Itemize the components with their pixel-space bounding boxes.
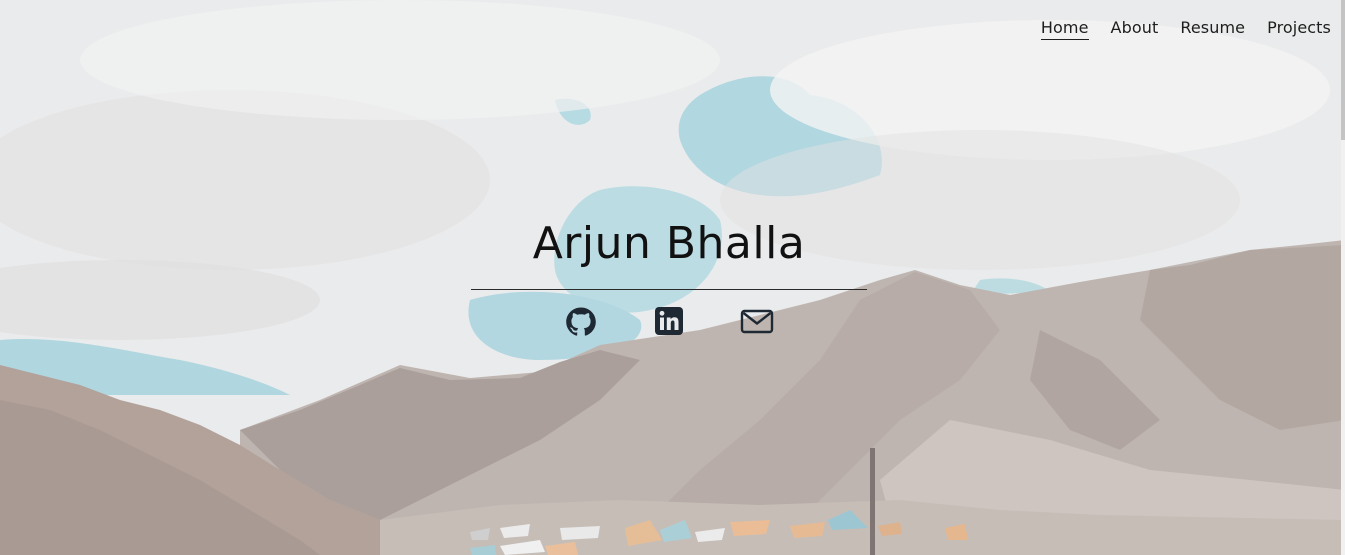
linkedin-icon	[655, 307, 683, 335]
hero-header: Arjun Bhalla	[0, 218, 1338, 290]
page: Home About Resume Projects Arjun Bhalla	[0, 0, 1345, 555]
scrollbar-thumb[interactable]	[1341, 0, 1345, 140]
mail-icon	[740, 309, 774, 334]
hero-name-heading: Arjun Bhalla	[532, 218, 806, 269]
nav-about-link[interactable]: About	[1111, 18, 1159, 40]
hero-divider	[471, 289, 867, 290]
nav-projects-link[interactable]: Projects	[1267, 18, 1331, 40]
nav-resume-link[interactable]: Resume	[1180, 18, 1245, 40]
github-icon	[566, 307, 596, 336]
linkedin-link[interactable]	[651, 305, 687, 337]
scrollbar[interactable]	[1341, 0, 1345, 555]
top-nav: Home About Resume Projects	[1040, 18, 1331, 40]
github-link[interactable]	[563, 305, 599, 337]
email-link[interactable]	[739, 305, 775, 337]
social-links	[0, 305, 1338, 337]
nav-home-link[interactable]: Home	[1040, 18, 1089, 40]
